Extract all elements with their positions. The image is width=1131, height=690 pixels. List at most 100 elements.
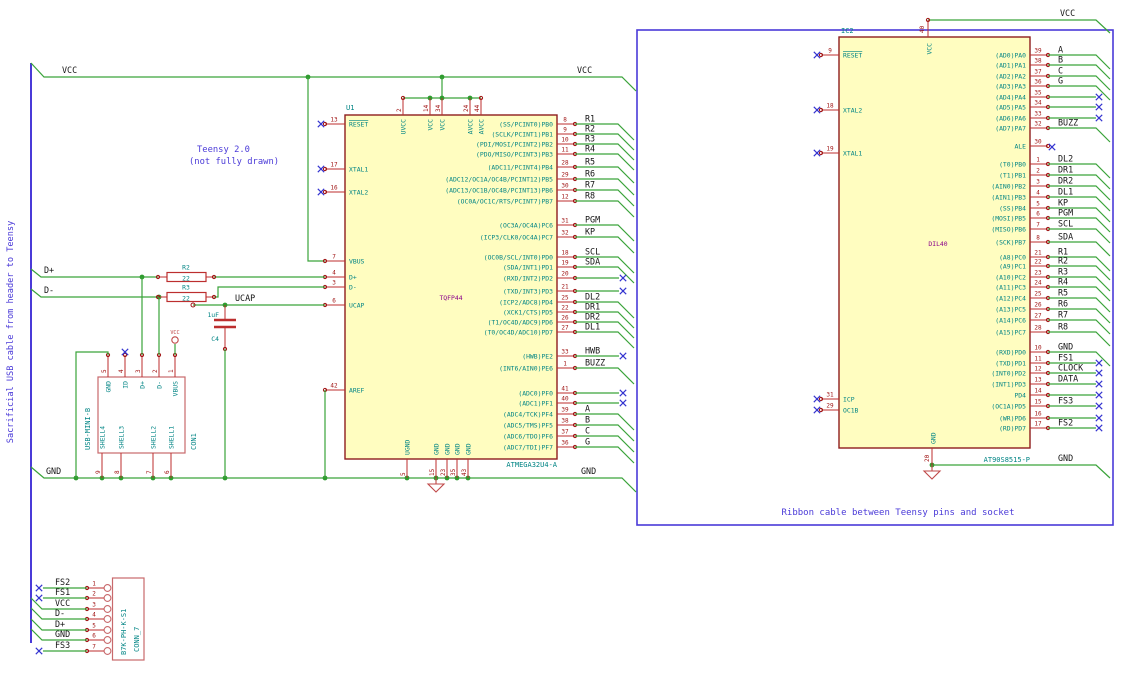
net-label-c[interactable]: C (1058, 66, 1063, 76)
wire[interactable] (1048, 127, 1111, 143)
net-label-a[interactable]: A (585, 404, 590, 414)
net-label-a[interactable]: A (1058, 45, 1063, 55)
net-label-r8[interactable]: R8 (585, 191, 595, 201)
net-label-dminus[interactable]: D- (44, 285, 54, 295)
net-label-vcc-u1[interactable]: VCC (577, 65, 592, 75)
net-label-dr1[interactable]: DR1 (585, 302, 600, 312)
conn7-pin-d+[interactable]: 5 D+ (30, 618, 112, 634)
net-label-b[interactable]: B (585, 415, 590, 425)
net-label-dl1[interactable]: DL1 (585, 322, 600, 332)
net-label-dplus[interactable]: D+ (44, 265, 54, 275)
wire[interactable] (575, 367, 635, 385)
net-label-r5[interactable]: R5 (1058, 288, 1068, 298)
usb-connector-symbol[interactable]: USB-MINI-B CON1 5 GND 4 ID 3 D+ 2 D- 1 VBUS 9 SHELL4 8… (75, 277, 198, 478)
net-label-vcc-ic2[interactable]: VCC (1060, 8, 1075, 18)
net-label-c[interactable]: C (585, 426, 590, 436)
wire[interactable] (575, 123, 635, 141)
ic2-symbol[interactable]: IC2AT90S8515-PDIL4040VCC20GND9RESET18XTA… (813, 20, 1111, 465)
wire[interactable] (575, 224, 635, 242)
net-label-fs1[interactable]: FS1 (1058, 353, 1073, 363)
wire[interactable] (575, 178, 635, 196)
wire[interactable] (575, 256, 635, 274)
net-label-clock[interactable]: CLOCK (1058, 363, 1084, 373)
u1-symbol[interactable]: U1ATMEGA32U4-ATQFP4413RESET17XTAL116XTAL… (317, 77, 635, 478)
net-label-dr2[interactable]: DR2 (585, 312, 600, 322)
net-label-pgm[interactable]: PGM (1058, 208, 1073, 218)
wire[interactable] (575, 200, 635, 218)
net-label-data[interactable]: DATA (1058, 374, 1078, 384)
wire[interactable] (575, 301, 635, 319)
net-label-r2[interactable]: R2 (1058, 256, 1068, 266)
conn7-pin-fs2[interactable]: 1 FS2 (35, 577, 112, 592)
net-label-gnd[interactable]: GND (1058, 342, 1073, 352)
conn7-pin-fs1[interactable]: 2 FS1 (35, 587, 112, 602)
net-label-scl[interactable]: SCL (1058, 219, 1073, 229)
net-label-r8[interactable]: R8 (1058, 322, 1068, 332)
net-label-fs3[interactable]: FS3 (1058, 396, 1073, 406)
wire[interactable] (575, 446, 635, 464)
wire[interactable] (575, 413, 635, 431)
net-label-pgm[interactable]: PGM (585, 215, 600, 225)
net-label-r6[interactable]: R6 (585, 169, 595, 179)
net-label-buzz[interactable]: BUZZ (585, 358, 605, 368)
resistor-r3[interactable]: R322 (155, 284, 217, 303)
net-label-b[interactable]: B (1058, 55, 1063, 65)
net-label-fs3[interactable]: FS3 (55, 640, 70, 650)
wire[interactable] (575, 133, 635, 151)
net-label-gnd-ic2[interactable]: GND (1058, 453, 1073, 463)
net-label-ucap[interactable]: UCAP (235, 293, 255, 303)
wire[interactable] (575, 311, 635, 329)
wire-vbus[interactable] (307, 77, 325, 262)
net-label-dr2[interactable]: DR2 (1058, 176, 1073, 186)
resistor-r2[interactable]: R222 (155, 264, 217, 283)
net-label-d-[interactable]: D- (55, 608, 65, 618)
net-label-fs2[interactable]: FS2 (1058, 418, 1073, 428)
net-label-r3[interactable]: R3 (585, 134, 595, 144)
net-label-scl[interactable]: SCL (585, 247, 600, 257)
net-label-r7[interactable]: R7 (1058, 310, 1068, 320)
net-label-dl1[interactable]: DL1 (1058, 187, 1073, 197)
net-label-vcc-left[interactable]: VCC (62, 65, 77, 75)
net-label-r2[interactable]: R2 (585, 124, 595, 134)
net-label-r1[interactable]: R1 (585, 114, 595, 124)
net-label-r6[interactable]: R6 (1058, 299, 1068, 309)
net-label-hwb[interactable]: HWB (585, 346, 600, 356)
wire-vcc-rail[interactable] (30, 62, 637, 92)
net-label-gnd-u1[interactable]: GND (581, 466, 596, 476)
capacitor-c4[interactable]: 1uF C4 (207, 305, 236, 352)
net-label-dl2[interactable]: DL2 (585, 292, 600, 302)
wire[interactable] (575, 143, 635, 161)
wire[interactable] (575, 236, 635, 254)
net-label-sda[interactable]: SDA (1058, 232, 1073, 242)
net-label-gnd[interactable]: GND (55, 629, 70, 639)
net-label-vcc[interactable]: VCC (55, 598, 70, 608)
net-label-r4[interactable]: R4 (585, 144, 595, 154)
wire[interactable] (575, 424, 635, 442)
net-label-kp[interactable]: KP (1058, 198, 1068, 208)
wire[interactable] (575, 435, 635, 453)
net-label-r3[interactable]: R3 (1058, 267, 1068, 277)
net-label-d+[interactable]: D+ (55, 619, 65, 629)
net-label-dl2[interactable]: DL2 (1058, 154, 1073, 164)
net-label-r7[interactable]: R7 (585, 180, 595, 190)
net-label-buzz[interactable]: BUZZ (1058, 118, 1078, 128)
net-label-kp[interactable]: KP (585, 227, 595, 237)
net-label-gnd-left[interactable]: GND (46, 466, 61, 476)
net-label-r5[interactable]: R5 (585, 157, 595, 167)
wire[interactable] (575, 189, 635, 207)
net-label-r4[interactable]: R4 (1058, 277, 1068, 287)
conn7-symbol[interactable]: B7K-PH-K-S1 CONN_71FS22FS13VCC4D-5D+6GND7… (30, 577, 145, 661)
wire-vcc-ic2[interactable] (928, 19, 1111, 34)
net-label-sda[interactable]: SDA (585, 257, 600, 267)
conn7-pin-vcc[interactable]: 3 VCC (30, 597, 112, 613)
wire-gnd-ic2[interactable] (932, 464, 1111, 479)
conn7-pin-d-[interactable]: 4 D- (30, 607, 112, 623)
net-label-fs2[interactable]: FS2 (55, 577, 70, 587)
conn7-pin-gnd[interactable]: 6 GND (30, 628, 112, 644)
conn7-pin-fs3[interactable]: 7 FS3 (35, 640, 112, 655)
net-label-fs1[interactable]: FS1 (55, 587, 70, 597)
net-label-dr1[interactable]: DR1 (1058, 165, 1073, 175)
net-label-g[interactable]: G (585, 437, 590, 447)
wire[interactable] (575, 331, 635, 349)
net-label-g[interactable]: G (1058, 76, 1063, 86)
